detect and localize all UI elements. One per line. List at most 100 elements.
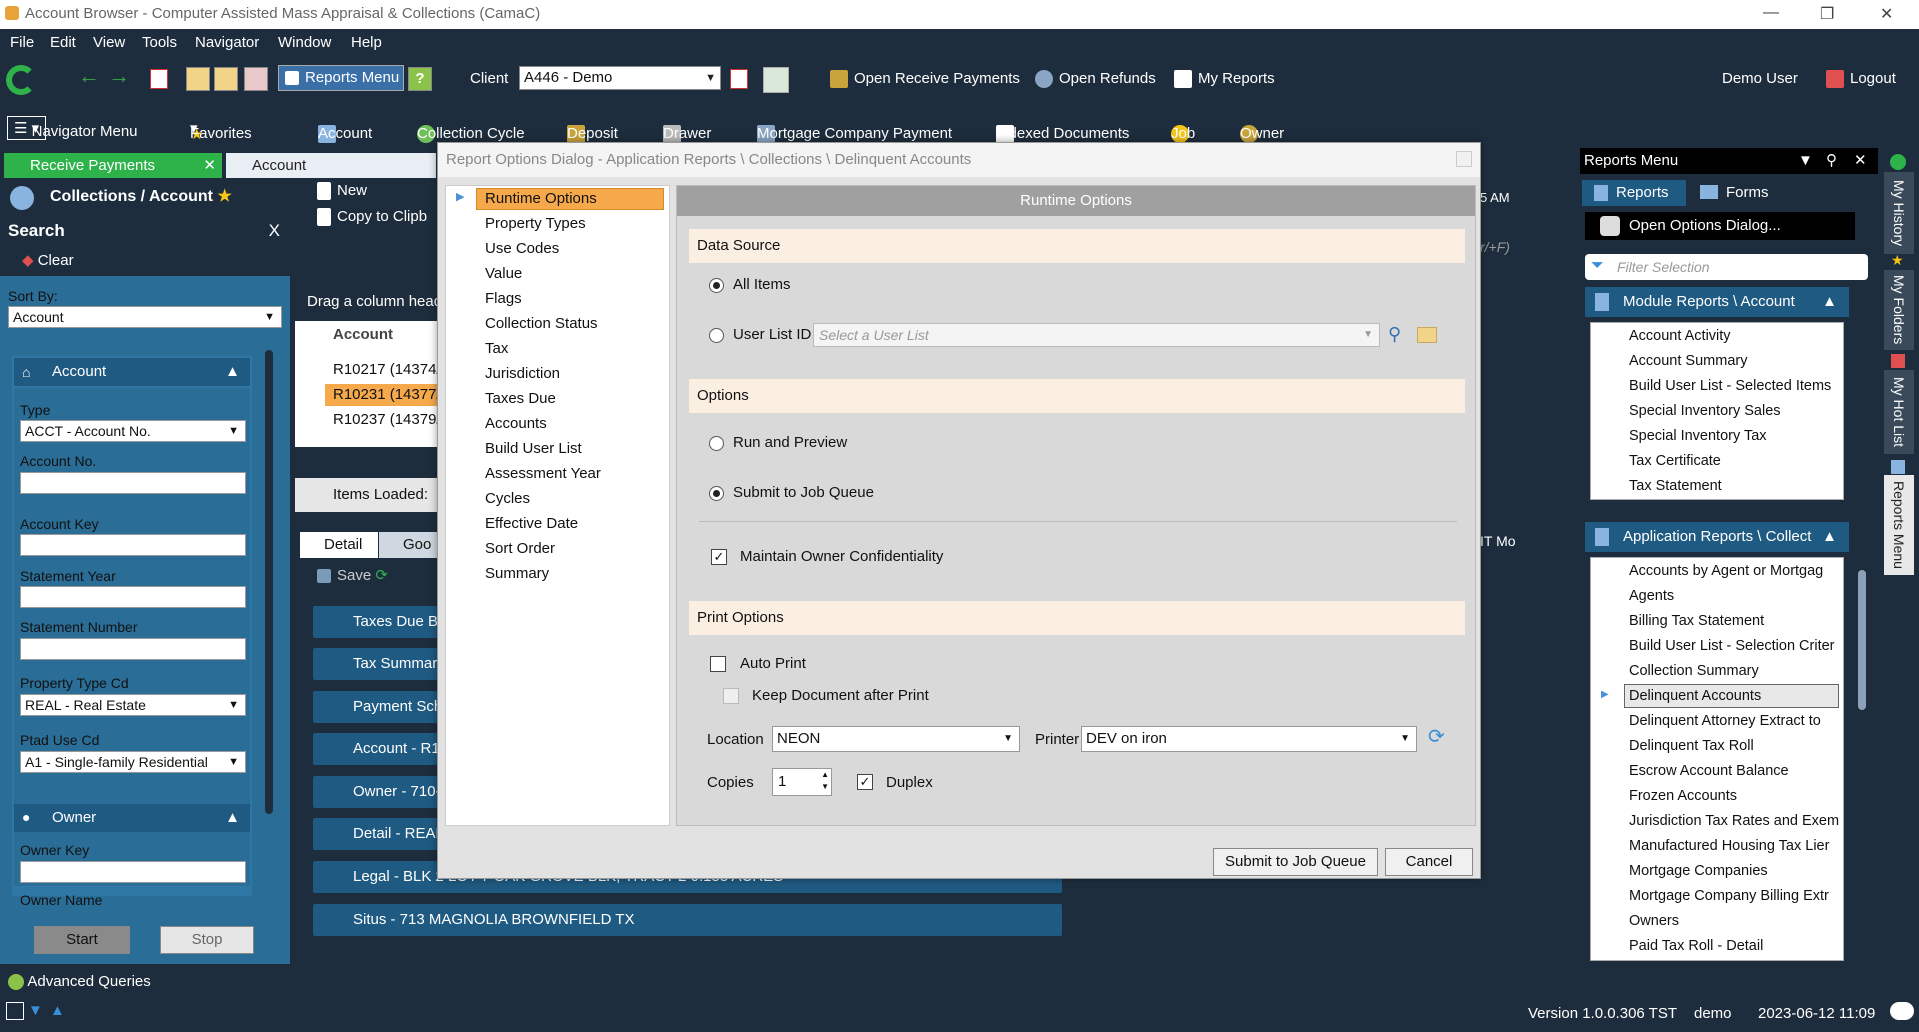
down-arrow-icon[interactable]: ▼ [28, 1002, 43, 1019]
binoculars-icon[interactable]: ⚲ [1388, 324, 1401, 345]
printer-select[interactable]: DEV on iron ▼ [1081, 726, 1417, 752]
location-select[interactable]: NEON ▼ [772, 726, 1020, 752]
list-item[interactable]: Owners [1629, 911, 1679, 931]
nav-item-use-codes[interactable]: Use Codes [481, 238, 559, 260]
list-item[interactable]: Collection Summary [1629, 661, 1759, 681]
side-tab-my-hot-list[interactable]: My Hot List [1884, 370, 1914, 454]
navigator-menu-button[interactable]: ☰ Navigator Menu ▾ [7, 116, 138, 140]
close-icon[interactable]: ✕ [203, 153, 216, 178]
open-refunds-button[interactable]: Open Refunds [1035, 65, 1156, 93]
stepper-arrows-icon[interactable]: ▲ ▼ [821, 769, 829, 793]
statement-year-input[interactable] [20, 586, 246, 608]
grid-report-icon[interactable] [244, 67, 268, 91]
side-tab-my-folders[interactable]: My Folders [1884, 270, 1914, 350]
owner-section-header[interactable]: Owner ▲ [14, 804, 250, 832]
list-item[interactable]: Jurisdiction Tax Rates and Exem [1629, 811, 1839, 831]
open-receive-payments-button[interactable]: Open Receive Payments [830, 65, 1020, 93]
nav-item-flags[interactable]: Flags [481, 288, 522, 310]
run-preview-radio[interactable] [709, 436, 724, 451]
clear-button[interactable]: ◆ Clear [0, 246, 290, 276]
my-reports-button[interactable]: My Reports [1174, 65, 1275, 93]
list-item[interactable]: Tax Statement [1629, 476, 1722, 496]
tab-detail[interactable]: Detail [300, 532, 378, 558]
menu-edit[interactable]: Edit [50, 34, 76, 51]
account-key-input[interactable] [20, 534, 246, 556]
list-item[interactable]: Build User List - Selection Criter [1629, 636, 1835, 656]
list-item[interactable]: Account Activity [1629, 326, 1731, 346]
save-button[interactable]: Save ⟳ [317, 566, 388, 584]
list-item[interactable]: Agents [1629, 586, 1674, 606]
close-icon[interactable]: ✕ [1854, 148, 1867, 174]
document-view-icon[interactable] [763, 67, 789, 93]
list-item[interactable]: Billing Tax Statement [1629, 611, 1764, 631]
nav-item-taxes-due[interactable]: Taxes Due [481, 388, 556, 410]
ptad-use-select[interactable]: A1 - Single-family Residential ▼ [20, 751, 246, 773]
list-item[interactable]: Escrow Account Balance [1629, 761, 1789, 781]
minimize-icon[interactable]: — [1763, 4, 1779, 22]
logout-button[interactable]: Logout [1826, 65, 1896, 93]
favorites-button[interactable]: ★ Favorites ▾ [190, 119, 252, 143]
close-icon[interactable]: ✕ [1880, 4, 1893, 24]
nav-item-sort-order[interactable]: Sort Order [481, 538, 555, 560]
help-icon[interactable]: ? [408, 67, 432, 91]
tab-goo[interactable]: Goo [379, 532, 437, 558]
advanced-queries-button[interactable]: Advanced Queries [0, 970, 290, 994]
strip-situs[interactable]: Situs - 713 MAGNOLIA BROWNFIELD TX [313, 904, 1062, 936]
open-folder-icon[interactable] [1417, 327, 1437, 343]
menu-file[interactable]: File [10, 34, 34, 51]
submit-queue-radio[interactable] [709, 486, 724, 501]
table-row[interactable]: R10231 (14377/ [333, 386, 441, 403]
client-select[interactable]: A446 - Demo ▼ [519, 66, 721, 90]
application-reports-header[interactable]: Application Reports \ Collect ▲ [1585, 522, 1849, 552]
user-list-radio[interactable] [709, 328, 724, 343]
nav-item-assessment-year[interactable]: Assessment Year [481, 463, 601, 485]
menu-help[interactable]: Help [351, 34, 382, 51]
calendar-icon[interactable] [186, 67, 210, 91]
list-item[interactable]: Tax Certificate [1629, 451, 1721, 471]
list-item-selected[interactable]: Delinquent Accounts [1629, 686, 1761, 706]
module-reports-header[interactable]: Module Reports \ Account ▲ [1585, 287, 1849, 317]
zoom-icon[interactable] [6, 1002, 24, 1020]
menu-window[interactable]: Window [278, 34, 331, 51]
nav-item-value[interactable]: Value [481, 263, 522, 285]
account-no-input[interactable] [20, 472, 246, 494]
refresh-icon[interactable]: ⟳ [375, 567, 388, 584]
nav-item-tax[interactable]: Tax [481, 338, 508, 360]
menu-navigator[interactable]: Navigator [195, 34, 259, 51]
open-options-dialog-button[interactable]: Open Options Dialog... [1585, 212, 1855, 240]
side-tab-my-history[interactable]: My History [1884, 172, 1914, 254]
list-item[interactable]: Mortgage Companies [1629, 861, 1768, 881]
dialog-close-icon[interactable] [1456, 151, 1472, 167]
list-item[interactable]: Accounts by Agent or Mortgag [1629, 561, 1823, 581]
property-type-select[interactable]: REAL - Real Estate ▼ [20, 694, 246, 716]
list-item[interactable]: Account Summary [1629, 351, 1747, 371]
account-section-header[interactable]: Account ▲ [14, 358, 250, 386]
new-document-icon[interactable] [150, 69, 168, 89]
up-arrow-icon[interactable]: ▲ [50, 1002, 65, 1019]
nav-item-effective-date[interactable]: Effective Date [481, 513, 578, 535]
list-item[interactable]: Paid Tax Roll - Detail [1629, 936, 1763, 956]
cancel-button[interactable]: Cancel [1385, 848, 1473, 876]
copy-clipboard-button[interactable]: Copy to Clipb [317, 208, 457, 227]
all-items-radio[interactable] [709, 278, 724, 293]
menu-tools[interactable]: Tools [142, 34, 177, 51]
sort-by-select[interactable]: Account ▼ [8, 306, 282, 328]
tab-receive-payments[interactable]: Receive Payments ✕ [4, 153, 222, 178]
list-item[interactable]: Manufactured Housing Tax Lier [1629, 836, 1829, 856]
list-item[interactable]: Mortgage Company Billing Extr [1629, 886, 1829, 906]
refresh-printers-icon[interactable]: ⟳ [1428, 724, 1445, 749]
copies-stepper[interactable]: 1 ▲ ▼ [772, 768, 832, 796]
back-arrow-icon[interactable]: ← [78, 63, 100, 89]
list-item[interactable]: Frozen Accounts [1629, 786, 1737, 806]
maintain-owner-checkbox[interactable]: ✓ [711, 549, 727, 565]
nav-item-jurisdiction[interactable]: Jurisdiction [481, 363, 560, 385]
grid-column-account[interactable]: Account [333, 326, 393, 343]
nav-item-summary[interactable]: Summary [481, 563, 549, 585]
list-item[interactable]: Delinquent Attorney Extract to [1629, 711, 1821, 731]
list-item[interactable]: Special Inventory Tax [1629, 426, 1767, 446]
favorite-star-icon[interactable]: ★ [217, 188, 231, 205]
forward-arrow-icon[interactable]: → [108, 63, 130, 89]
list-item[interactable]: Delinquent Tax Roll [1629, 736, 1754, 756]
start-button[interactable]: Start [34, 926, 130, 954]
nav-item-collection-status[interactable]: Collection Status [481, 313, 598, 335]
